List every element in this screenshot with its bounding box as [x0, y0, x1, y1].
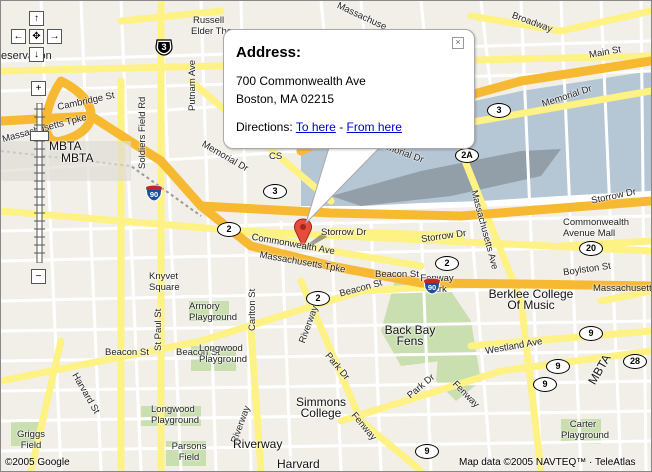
label-parsons-field: Parsons Field — [171, 441, 207, 463]
label-russell: Russell — [193, 15, 225, 26]
zoom-in-button[interactable]: + — [31, 81, 46, 96]
zoom-slider-handle[interactable] — [30, 131, 49, 141]
label-reservation: eservation — [1, 50, 52, 62]
label-simmons-college: Simmons College — [295, 395, 346, 420]
route-9-shield: 9 — [579, 326, 603, 341]
map-data-attribution: Map data ©2005 NAVTEQ™ · TeleAtlas — [459, 457, 636, 468]
pan-right-button[interactable]: → — [47, 29, 62, 44]
label-longwood-playground: Longwood Playground — [199, 343, 248, 365]
pan-down-button[interactable]: ↓ — [29, 47, 44, 62]
info-close-button[interactable]: × — [452, 37, 464, 49]
interstate-90-shield: 90 — [145, 184, 163, 202]
directions-separator: - — [339, 120, 344, 134]
directions-to-here-link[interactable]: To here — [296, 120, 336, 134]
route-28-shield: 28 — [623, 354, 647, 369]
route-2-shield: 2 — [217, 222, 241, 237]
address-line-1: 700 Commonwealth Ave — [236, 74, 366, 88]
label-putnam-ave: Putnam Ave — [187, 59, 198, 111]
label-riverway-3: Riverway — [233, 437, 283, 451]
route-3-shield: 3 — [487, 103, 511, 118]
google-copyright: ©2005 Google — [5, 457, 70, 468]
label-griggs-field: Griggs Field — [17, 429, 45, 451]
pan-left-button[interactable]: ← — [11, 29, 26, 44]
directions-from-here-link[interactable]: From here — [347, 120, 402, 134]
interstate-90-shield: 90 — [423, 277, 441, 295]
pan-center-button[interactable]: ✥ — [29, 29, 44, 44]
route-9-shield: 9 — [546, 359, 570, 374]
label-st-paul-st: St Paul St — [153, 308, 164, 351]
map-canvas[interactable]: Russell Elder Theory eservation Cambridg… — [0, 0, 652, 472]
label-back-bay-fens: Back Bay Fens — [384, 323, 436, 348]
label-commonwealth-ave-mall: Commonwealth Avenue Mall — [563, 217, 629, 239]
route-20-shield: 20 — [579, 241, 603, 256]
label-soldiers-field-rd: Soldiers Field Rd — [137, 96, 148, 169]
info-title: Address: — [236, 44, 302, 61]
route-9-shield: 9 — [415, 444, 439, 459]
route-2-shield: 2 — [435, 256, 459, 271]
label-knyvet-square: Knyvet Square — [149, 271, 180, 293]
directions-label: Directions: — [236, 120, 293, 134]
label-carter-playground: Carter Playground — [561, 419, 610, 441]
label-storrow-dr-1: Storrow Dr — [321, 227, 367, 238]
label-longwood-playground-2: Longwood Playground — [151, 404, 200, 426]
zoom-slider-track[interactable] — [34, 103, 45, 263]
label-armory-playground: Armory Playground — [189, 301, 238, 323]
route-2-shield: 2 — [306, 291, 330, 306]
directions-row: Directions: To here - From here — [236, 120, 402, 134]
label-massachusetts-east: Massachusetts — [593, 283, 652, 294]
route-9-shield: 9 — [533, 377, 557, 392]
us-route-3-shield: 3 — [155, 39, 173, 56]
pan-up-button[interactable]: ↑ — [29, 11, 44, 26]
zoom-out-button[interactable]: − — [31, 269, 46, 284]
label-beacon-st-3: Beacon St — [105, 347, 149, 358]
label-harvard-bottom: Harvard — [277, 457, 320, 471]
info-window: × Address: 700 Commonwealth Ave Boston, … — [223, 29, 475, 149]
address-line-2: Boston, MA 02215 — [236, 92, 335, 106]
label-beacon-st-2: Beacon St — [375, 269, 419, 280]
label-carlton-st: Carlton St — [247, 288, 258, 331]
route-2a-shield: 2A — [455, 148, 479, 163]
label-cs: CS — [269, 151, 283, 162]
label-berklee: Berklee College Of Music — [488, 287, 574, 312]
route-3-shield: 3 — [263, 184, 287, 199]
label-mbta-2: MBTA — [61, 151, 94, 165]
